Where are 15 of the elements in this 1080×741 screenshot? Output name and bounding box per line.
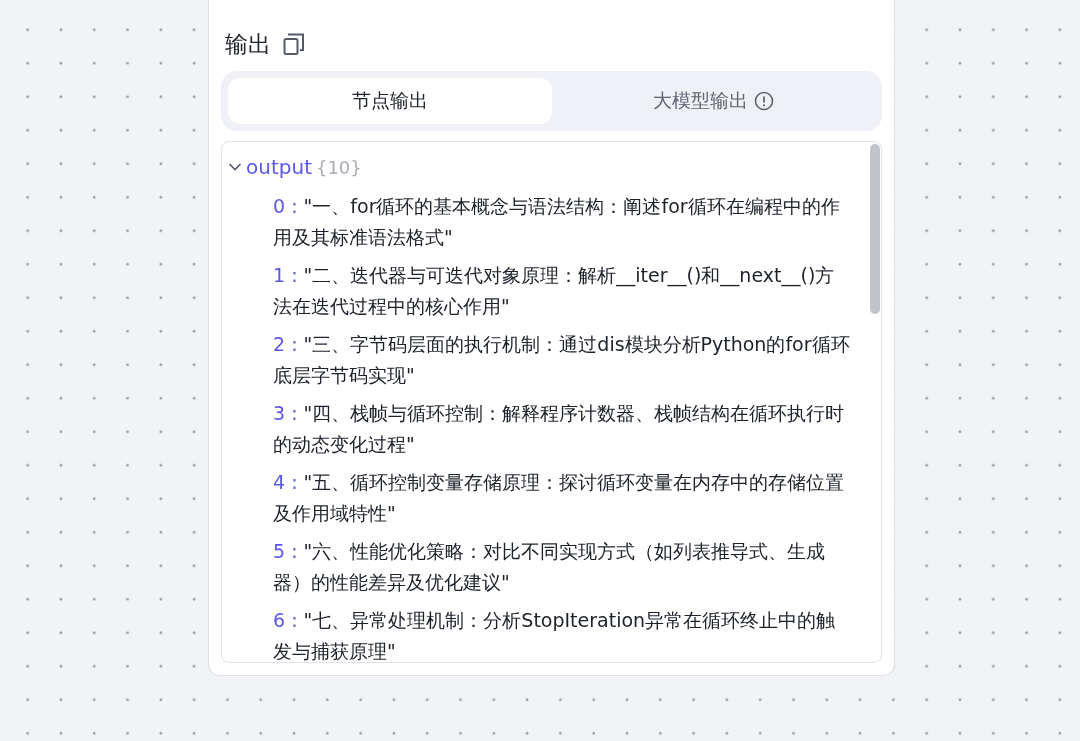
chevron-icon[interactable] [228,162,242,172]
tree-item: 5 : "六、性能优化策略：对比不同实现方式（如列表推导式、生成器）的性能差异及优化建议" [273,539,827,595]
tree-item: 6 : "七、异常处理机制：分析StopIteration异常在循环终止中的触发与捕获原理" [273,608,837,662]
tree-item: 4 : "五、循环控制变量存储原理：探讨循环变量在内存中的存储位置及作用域特性" [273,470,846,526]
tab[interactable]: 节点输出 [228,78,552,124]
item-count: {10} [315,156,362,178]
tree-item: 0 : "一、for循环的基本概念与语法结构：阐述for循环在编程中的作用及其标准语法格式" [273,194,841,250]
section-title: 输出 [225,29,271,59]
copy-icon[interactable] [283,32,305,56]
tree-item: 3 : "四、栈帧与循环控制：解释程序计数器、栈帧结构在循环执行时的动态变化过程" [273,401,846,457]
tree-item: 1 : "二、迭代器与可迭代对象原理：解析__iter__()和__next__()方法在迭代过程中的核心作用" [273,263,836,319]
scrollbar-thumb[interactable] [870,144,880,314]
tree-key: output [246,155,312,179]
tab[interactable]: 大模型输出 [551,78,875,124]
tree-item: 2 : "三、字节码层面的执行机制：通过dis模块分析Python的for循环底层字节码实现" [273,332,851,388]
